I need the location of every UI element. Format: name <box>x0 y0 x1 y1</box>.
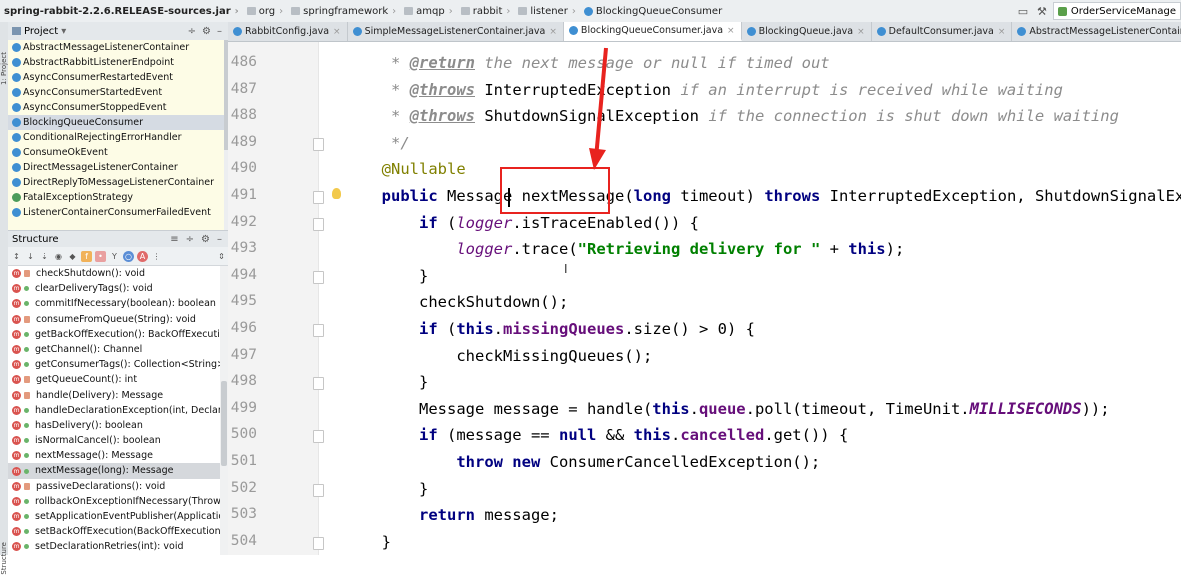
annotation-highlight-box <box>500 167 610 214</box>
annotation-arrow <box>594 47 608 159</box>
annotation-overlay <box>589 47 608 170</box>
